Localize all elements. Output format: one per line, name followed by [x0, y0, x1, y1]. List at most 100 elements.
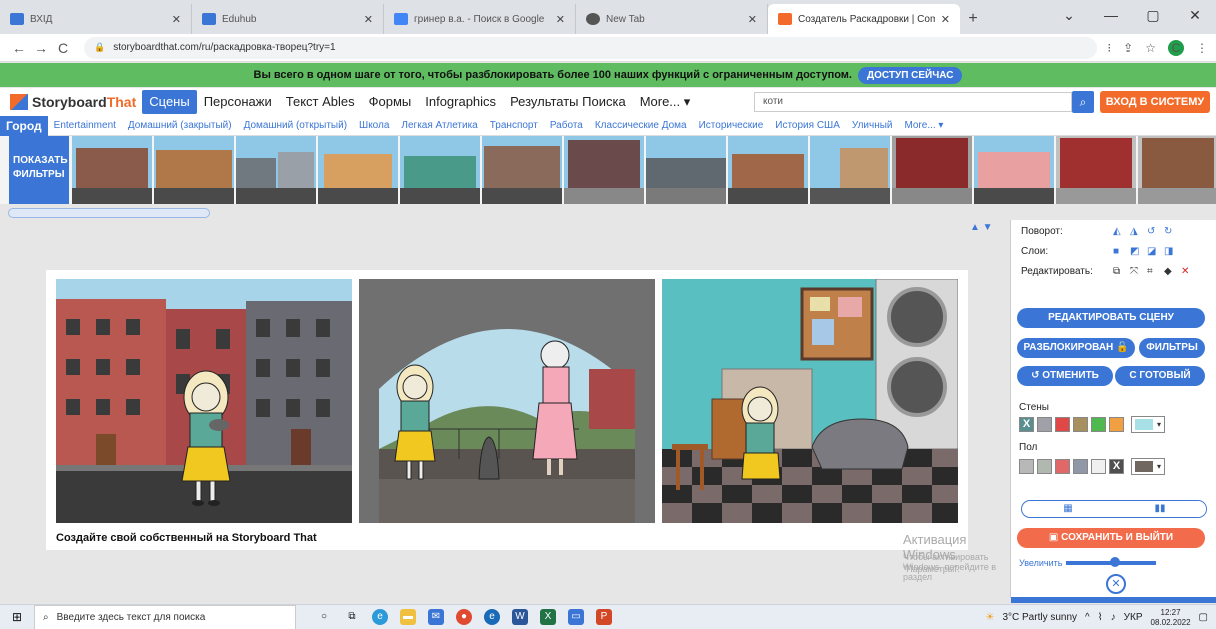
scene-thumbnail[interactable] — [564, 136, 644, 204]
scene-thumbnail[interactable] — [646, 136, 726, 204]
browser-tab-newtab[interactable]: New Tab ✕ — [576, 4, 768, 34]
nav-scenes[interactable]: Сцены — [142, 90, 197, 114]
bring-forward-icon[interactable]: ◩ — [1130, 246, 1141, 257]
thumbnail-scrollbar[interactable] — [8, 208, 210, 218]
menu-dots-icon[interactable]: ⋮ — [1196, 41, 1208, 55]
wall-color-swatch[interactable] — [1091, 417, 1106, 432]
flip-horizontal-icon[interactable]: ◮ — [1130, 226, 1141, 237]
bring-front-icon[interactable]: ■ — [1113, 246, 1124, 257]
category-more[interactable]: More... ▾ — [899, 120, 950, 131]
nav-search-results[interactable]: Результаты Поиска — [503, 90, 633, 114]
delete-icon[interactable]: ✕ — [1181, 266, 1192, 277]
star-icon[interactable]: ☆ — [1145, 41, 1156, 55]
scene-thumbnail[interactable] — [810, 136, 890, 204]
weather-icon[interactable]: ☀ — [985, 612, 994, 623]
unlock-button[interactable]: РАЗБЛОКИРОВАН 🔓 — [1017, 338, 1135, 358]
translate-icon[interactable]: ⁝ — [1107, 41, 1111, 55]
profile-avatar[interactable]: C — [1168, 39, 1184, 56]
scene-thumbnail[interactable] — [154, 136, 234, 204]
edge-dev-icon[interactable]: e — [484, 609, 500, 625]
minimize-icon[interactable]: — — [1090, 0, 1132, 30]
scene-thumbnail[interactable] — [974, 136, 1054, 204]
category-home-indoor[interactable]: Домашний (закрытый) — [122, 120, 238, 131]
nav-shapes[interactable]: Формы — [362, 90, 419, 114]
tab-list-chevron-icon[interactable]: ⌄ — [1048, 0, 1090, 30]
notifications-icon[interactable]: ▢ — [1199, 612, 1208, 623]
send-backward-icon[interactable]: ◪ — [1147, 246, 1158, 257]
wall-color-picker[interactable]: ▾ — [1131, 416, 1165, 433]
volume-icon[interactable]: ♪ — [1111, 612, 1116, 623]
excel-icon[interactable]: X — [540, 609, 556, 625]
wall-color-swatch[interactable] — [1037, 417, 1052, 432]
category-us-history[interactable]: История США — [769, 120, 846, 131]
powerpoint-icon[interactable]: P — [596, 609, 612, 625]
wall-color-swatch[interactable] — [1073, 417, 1088, 432]
eraser-icon[interactable]: ◆ — [1164, 266, 1175, 277]
back-arrow-icon[interactable]: ← — [8, 40, 30, 56]
close-icon[interactable]: ✕ — [941, 13, 950, 26]
browser-tab-storyboard[interactable]: Создатель Раскадровки | Comic ✕ — [768, 4, 960, 34]
edit-scene-button[interactable]: РЕДАКТИРОВАТЬ СЦЕНУ — [1017, 308, 1205, 328]
floor-color-picker[interactable]: ▾ — [1131, 458, 1165, 475]
rotate-right-icon[interactable]: ↻ — [1164, 226, 1175, 237]
floor-color-swatch[interactable] — [1019, 459, 1034, 474]
language-indicator[interactable]: УКР — [1124, 612, 1143, 623]
close-panel-icon[interactable]: ✕ — [1106, 574, 1126, 594]
forward-arrow-icon[interactable]: → — [30, 40, 52, 56]
close-icon[interactable]: ✕ — [748, 13, 757, 26]
category-athletics[interactable]: Легкая Атлетика — [395, 120, 483, 131]
access-now-button[interactable]: ДОСТУП СЕЙЧАС — [857, 66, 963, 84]
nav-infographics[interactable]: Infographics — [418, 90, 503, 114]
scene-thumbnail[interactable] — [892, 136, 972, 204]
crop-icon[interactable]: ⌗ — [1147, 266, 1158, 277]
search-input[interactable]: коти — [754, 92, 1072, 112]
category-home-outdoor[interactable]: Домашний (открытый) — [238, 120, 353, 131]
send-back-icon[interactable]: ◨ — [1164, 246, 1175, 257]
scene-thumbnail[interactable] — [1056, 136, 1136, 204]
clock[interactable]: 12:27 08.02.2022 — [1151, 608, 1191, 628]
floor-color-swatch[interactable] — [1073, 459, 1088, 474]
url-input[interactable]: 🔒 storyboardthat.com/ru/раскадровка-твор… — [84, 36, 1098, 59]
close-icon[interactable]: ✕ — [364, 13, 373, 26]
nav-more[interactable]: More... ▾ — [633, 90, 698, 114]
new-tab-button[interactable]: + — [960, 4, 986, 34]
undo-button[interactable]: ↺ ОТМЕНИТЬ — [1017, 366, 1113, 386]
zoom-slider[interactable] — [1066, 557, 1157, 567]
flip-vertical-icon[interactable]: ◭ — [1113, 226, 1124, 237]
close-icon[interactable]: ✕ — [556, 13, 565, 26]
browser-tab-google[interactable]: гринер в.а. - Поиск в Google ✕ — [384, 4, 576, 34]
scene-thumbnail[interactable] — [1138, 136, 1216, 204]
login-button[interactable]: ВХОД В СИСТЕМУ — [1100, 91, 1210, 113]
category-work[interactable]: Работа — [544, 120, 589, 131]
wall-color-swatch-selected[interactable]: X — [1019, 417, 1034, 432]
zoom-slider-knob[interactable] — [1110, 557, 1121, 567]
search-icon[interactable]: ⌕ — [1072, 91, 1094, 113]
chrome-icon[interactable]: ● — [456, 609, 472, 625]
category-classic-houses[interactable]: Классические Дома — [589, 120, 693, 131]
browser-tab-vhid[interactable]: ВХІД ✕ — [0, 4, 192, 34]
storyboard-cell-2[interactable] — [359, 279, 655, 523]
scene-thumbnail[interactable] — [728, 136, 808, 204]
weather-text[interactable]: 3°C Partly sunny — [1002, 612, 1077, 623]
category-historical[interactable]: Исторические — [693, 120, 770, 131]
column-layout-icon[interactable]: ▮▮ — [1114, 501, 1206, 517]
cortana-icon[interactable]: ○ — [316, 609, 332, 625]
network-icon[interactable]: ⌇ — [1098, 612, 1103, 623]
scene-thumbnail[interactable] — [72, 136, 152, 204]
floor-color-swatch-selected[interactable]: X — [1109, 459, 1124, 474]
storyboardthat-logo[interactable]: Storyboard That — [10, 94, 136, 110]
edge-icon[interactable]: e — [372, 609, 388, 625]
screen-icon[interactable]: ▭ — [568, 609, 584, 625]
save-exit-button[interactable]: ▣ СОХРАНИТЬ И ВЫЙТИ — [1017, 528, 1205, 548]
wall-color-swatch[interactable] — [1055, 417, 1070, 432]
reorder-arrows[interactable]: ▲ ▼ — [970, 222, 993, 233]
tray-chevron-icon[interactable]: ^ — [1085, 612, 1090, 623]
reload-icon[interactable]: C — [52, 40, 74, 56]
storyboard-cell-1[interactable] — [56, 279, 352, 523]
grid-layout-icon[interactable]: ▦ — [1022, 501, 1114, 517]
storyboard-cell-3[interactable] — [662, 279, 958, 523]
scene-thumbnail[interactable] — [400, 136, 480, 204]
close-icon[interactable]: ✕ — [172, 13, 181, 26]
floor-color-swatch[interactable] — [1091, 459, 1106, 474]
close-window-icon[interactable]: ✕ — [1174, 0, 1216, 30]
